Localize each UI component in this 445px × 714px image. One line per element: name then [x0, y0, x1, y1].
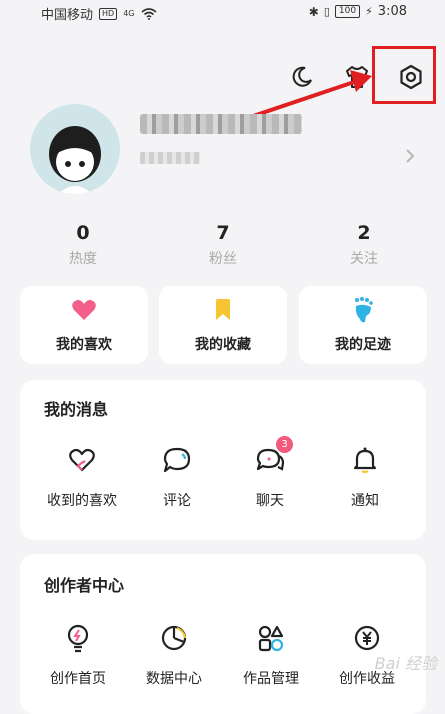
card-label: 我的足迹	[335, 337, 391, 353]
stat-label: 关注	[350, 251, 378, 267]
footprint-icon	[349, 296, 377, 324]
heart-icon	[70, 296, 98, 324]
grid-shapes-icon	[255, 622, 287, 654]
received-likes-item[interactable]: 收到的喜欢	[32, 444, 132, 510]
section-title: 我的消息	[44, 400, 109, 419]
my-history-card[interactable]: 我的足迹	[299, 286, 427, 364]
hd-badge: HD	[99, 7, 118, 20]
vibrate-icon: ▯	[323, 5, 330, 18]
stat-following[interactable]: 2 关注	[314, 222, 414, 268]
messages-section: 我的消息 收到的喜欢 评论 3 聊天 通知	[20, 380, 426, 540]
signal-label: 4G	[123, 9, 135, 18]
creator-home-item[interactable]: 创作首页	[28, 622, 128, 688]
stat-label: 粉丝	[209, 251, 237, 267]
item-label: 数据中心	[146, 671, 202, 687]
wifi-icon	[140, 7, 157, 20]
card-label: 我的喜欢	[56, 337, 112, 353]
section-title: 创作者中心	[44, 576, 125, 595]
chat-icon: 3	[254, 436, 293, 476]
my-favorites-card[interactable]: 我的收藏	[159, 286, 287, 364]
unread-badge: 3	[276, 436, 293, 453]
avatar[interactable]	[30, 104, 120, 194]
comment-icon	[161, 444, 193, 476]
stat-fans[interactable]: 7 粉丝	[173, 222, 273, 268]
heart-outline-icon	[66, 444, 98, 476]
stat-count: 7	[216, 222, 230, 244]
clock: 3:08	[377, 4, 407, 19]
item-label: 收到的喜欢	[47, 493, 117, 509]
works-management-item[interactable]: 作品管理	[221, 622, 321, 688]
stat-label: 热度	[69, 251, 97, 267]
item-label: 通知	[351, 493, 379, 509]
username-blurred	[140, 114, 302, 134]
item-label: 作品管理	[243, 671, 299, 687]
item-label: 聊天	[256, 493, 284, 509]
watermark: Bai 经验	[374, 654, 437, 673]
stat-count: 2	[357, 222, 371, 244]
chevron-right-icon[interactable]	[404, 148, 420, 166]
pie-chart-icon	[158, 622, 190, 654]
stat-heat[interactable]: 0 热度	[33, 222, 133, 268]
item-label: 评论	[163, 493, 191, 509]
my-likes-card[interactable]: 我的喜欢	[20, 286, 148, 364]
bulb-icon	[62, 622, 94, 654]
user-id-blurred	[140, 152, 200, 164]
chat-item[interactable]: 3 聊天	[220, 436, 320, 510]
charging-icon: ⚡	[365, 5, 373, 18]
battery-indicator: 100	[334, 5, 361, 18]
comments-item[interactable]: 评论	[127, 444, 227, 510]
stat-count: 0	[76, 222, 90, 244]
bluetooth-icon: ✱	[308, 4, 319, 19]
creator-section: 创作者中心 创作首页 数据中心 作品管理 创作收益	[20, 554, 426, 714]
status-bar: 中国移动 HD 4G ✱ ▯ 100 ⚡ 3:08	[0, 0, 445, 24]
bookmark-icon	[209, 296, 237, 324]
data-center-item[interactable]: 数据中心	[124, 622, 224, 688]
item-label: 创作首页	[50, 671, 106, 687]
carrier-label: 中国移动	[41, 8, 94, 23]
notifications-item[interactable]: 通知	[315, 444, 415, 510]
card-label: 我的收藏	[195, 337, 251, 353]
bell-icon	[349, 444, 381, 476]
